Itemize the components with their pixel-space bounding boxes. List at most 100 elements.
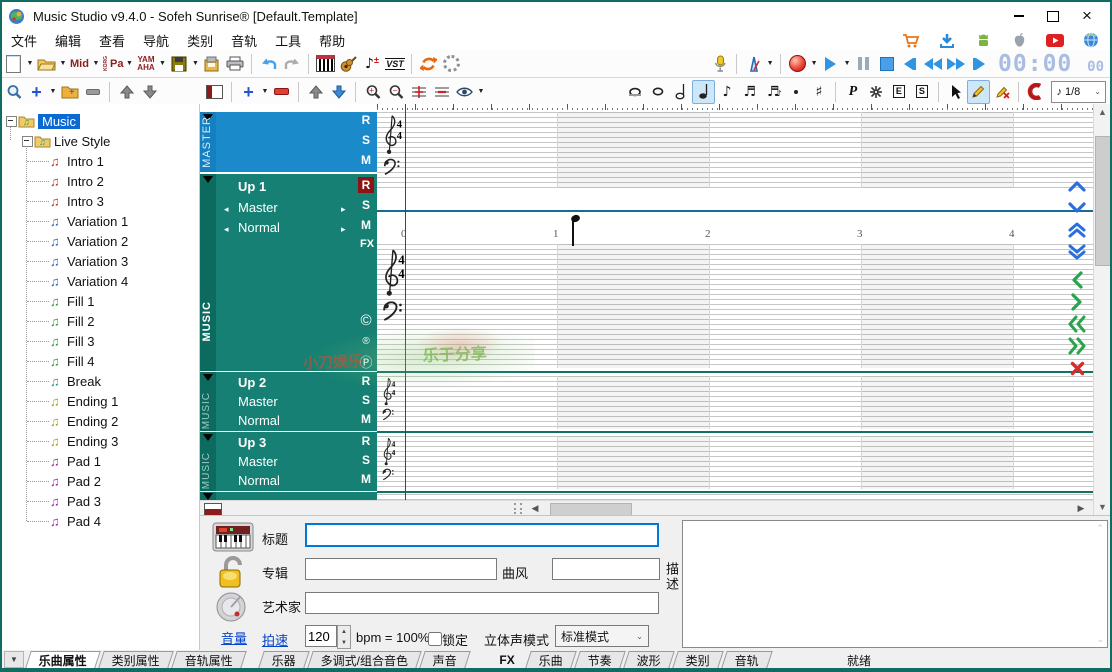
track-bank[interactable]: Master xyxy=(238,454,278,469)
minimize-button[interactable] xyxy=(1002,5,1036,27)
tab-sound[interactable]: 声音 xyxy=(420,651,472,668)
staccato-button[interactable]: S xyxy=(910,80,933,104)
up1-record-button[interactable]: R xyxy=(358,177,374,193)
piano-button[interactable] xyxy=(314,52,337,76)
play-dropdown[interactable]: ▼ xyxy=(842,52,852,76)
tree-item-pad-2[interactable]: ♫Pad 2 xyxy=(50,472,101,490)
next-bank-icon[interactable]: ▸ xyxy=(341,204,346,215)
remove-item-button[interactable] xyxy=(81,80,104,104)
master-record-button[interactable]: R xyxy=(358,113,374,127)
expand-staff-button[interactable] xyxy=(407,80,430,104)
textarea-scroll-down-icon[interactable]: ⌄ xyxy=(1096,634,1104,645)
record-dropdown[interactable]: ▼ xyxy=(809,52,819,76)
save-button[interactable] xyxy=(167,52,190,76)
vst-button[interactable]: VST xyxy=(383,52,406,76)
nav-delete-button[interactable] xyxy=(1064,358,1090,378)
textarea-scroll-up-icon[interactable]: ⌃ xyxy=(1096,523,1104,534)
paste-item-button[interactable]: + xyxy=(58,80,81,104)
note-sixteenth-button[interactable]: ♬ xyxy=(738,80,761,104)
tree-item-pad-4[interactable]: ♫Pad 4 xyxy=(50,512,101,530)
zoom-in-button[interactable]: + xyxy=(361,80,384,104)
up1-staff[interactable] xyxy=(377,244,1093,368)
tab-rhythm[interactable]: 节奏 xyxy=(574,651,626,668)
menu-file[interactable]: 文件 xyxy=(2,31,46,50)
new-file-button[interactable] xyxy=(2,52,25,76)
tree-expand-music[interactable] xyxy=(6,116,17,127)
next-button[interactable] xyxy=(967,52,990,76)
menu-navigate[interactable]: 导航 xyxy=(134,31,178,50)
volume-knob-icon[interactable] xyxy=(214,592,250,624)
undo-button[interactable] xyxy=(257,52,280,76)
nav-down-button[interactable] xyxy=(1064,198,1090,218)
add-note-button[interactable]: ♪± xyxy=(360,52,383,76)
open-file-dropdown[interactable]: ▼ xyxy=(58,52,68,76)
tab-instrument[interactable]: 乐器 xyxy=(258,651,310,668)
nav-right-button[interactable] xyxy=(1064,292,1090,312)
settings-gear-icon[interactable] xyxy=(440,52,463,76)
tree-item-variation-1[interactable]: ♫Variation 1 xyxy=(50,212,128,230)
tempo-input[interactable] xyxy=(305,625,337,647)
metronome-button[interactable] xyxy=(742,52,765,76)
tree-item-ending-3[interactable]: ♫Ending 3 xyxy=(50,432,118,450)
album-input[interactable] xyxy=(305,558,497,580)
track-header-up3[interactable]: MUSIC Up 3 Master Normal R S M xyxy=(200,432,377,491)
add-track-dropdown[interactable]: ▼ xyxy=(260,80,270,104)
prev-bank-icon[interactable]: ◂ xyxy=(224,204,229,215)
up2-staff[interactable] xyxy=(377,376,1093,429)
note-quarter-button[interactable] xyxy=(692,80,715,104)
tab-track-properties[interactable]: 音轨属性 xyxy=(171,651,247,668)
stop-button[interactable] xyxy=(875,52,898,76)
tree-item-fill-2[interactable]: ♫Fill 2 xyxy=(50,312,94,330)
track-mode[interactable]: Normal xyxy=(238,473,280,488)
menu-edit[interactable]: 编辑 xyxy=(46,31,90,50)
collapse-triangle-icon[interactable] xyxy=(203,434,213,441)
open-file-button[interactable] xyxy=(35,52,58,76)
tree-root-music[interactable]: ♫ Music xyxy=(18,112,80,130)
remove-track-button[interactable] xyxy=(270,80,293,104)
erase-tool-button[interactable] xyxy=(990,80,1013,104)
score-area[interactable]: 0 1 2 3 4 xyxy=(377,104,1093,500)
maximize-button[interactable] xyxy=(1036,5,1070,27)
store-cart-icon[interactable] xyxy=(900,32,922,49)
redo-button[interactable] xyxy=(280,52,303,76)
tree-expand-livestyle[interactable] xyxy=(22,136,33,147)
tree-item-variation-3[interactable]: ♫Variation 3 xyxy=(50,252,128,270)
title-input[interactable] xyxy=(305,523,659,547)
copyright-badge[interactable]: © xyxy=(358,312,374,329)
hscroll-right-button[interactable]: ▶ xyxy=(1072,502,1090,515)
tree-item-intro-2[interactable]: ♫Intro 2 xyxy=(50,172,104,190)
phonogram-badge[interactable]: Ⓟ xyxy=(358,352,374,371)
scroll-down-button[interactable]: ▼ xyxy=(1094,499,1111,515)
genre-input[interactable] xyxy=(552,558,660,580)
up1-solo-button[interactable]: S xyxy=(358,198,374,212)
master-mute-button[interactable]: M xyxy=(358,153,374,167)
apple-icon[interactable] xyxy=(1008,32,1030,49)
menu-category[interactable]: 类别 xyxy=(178,31,222,50)
sharp-button[interactable]: ♯ xyxy=(807,80,830,104)
tab-waveform[interactable]: 波形 xyxy=(623,651,675,668)
up1-fx-button[interactable]: FX xyxy=(359,238,375,250)
nav-up-button[interactable] xyxy=(1064,176,1090,196)
tempo-link[interactable]: 拍速 xyxy=(262,630,288,649)
stereo-mode-select[interactable]: 标准模式⌄ xyxy=(555,625,649,647)
volume-link[interactable]: 音量 xyxy=(210,628,258,647)
splitter-handle[interactable] xyxy=(514,503,522,514)
scroll-up-button[interactable]: ▲ xyxy=(1094,104,1111,120)
snap-select[interactable]: ♪ 1/8⌄ xyxy=(1051,81,1106,103)
tab-category-properties[interactable]: 类别属性 xyxy=(98,651,174,668)
select-tool-button[interactable] xyxy=(944,80,967,104)
nav-double-up-button[interactable] xyxy=(1064,220,1090,240)
print-button[interactable] xyxy=(223,52,246,76)
pedal-button[interactable]: P xyxy=(841,80,864,104)
up3-record-button[interactable]: R xyxy=(358,434,374,448)
new-file-dropdown[interactable]: ▼ xyxy=(25,52,35,76)
note-thirtysecond-button[interactable]: ♬♪ xyxy=(761,80,784,104)
menu-tools[interactable]: 工具 xyxy=(266,31,310,50)
download-icon[interactable] xyxy=(936,32,958,49)
import-yamaha-button[interactable]: YAMAHA xyxy=(134,52,157,76)
pencil-tool-button[interactable] xyxy=(967,80,990,104)
save-dropdown[interactable]: ▼ xyxy=(190,52,200,76)
import-korg-dropdown[interactable]: ▼ xyxy=(124,52,134,76)
add-item-dropdown[interactable]: ▼ xyxy=(48,80,58,104)
tab-song[interactable]: 乐曲 xyxy=(525,651,577,668)
